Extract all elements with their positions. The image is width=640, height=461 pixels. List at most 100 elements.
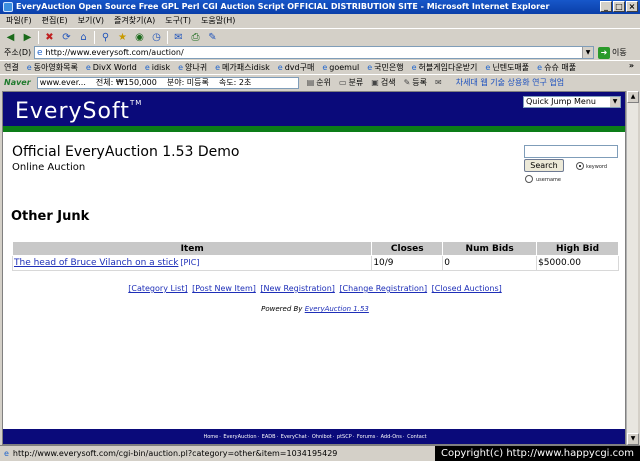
minimize-button[interactable]: _ [600, 1, 612, 12]
links-bar: 연결 e 동아영화목록 e DivX World e idisk e 양나귀 e 메가패스… [0, 60, 640, 74]
print-icon[interactable]: ⎙ [189, 31, 202, 44]
home-icon[interactable]: ⌂ [77, 31, 90, 44]
media-icon[interactable]: ◉ [133, 31, 146, 44]
link-label: 국민은행 [374, 63, 404, 72]
address-input[interactable]: e http://www.everysoft.com/auction/ ▼ [34, 46, 594, 59]
toolbar-separator [167, 30, 168, 44]
category-list-link[interactable]: [Category List] [128, 284, 187, 293]
link-label: dvd구매 [284, 63, 315, 72]
link-label: 양나귀 [185, 63, 208, 72]
forward-icon[interactable]: ▶ [21, 31, 34, 44]
history-icon[interactable]: ◷ [150, 31, 163, 44]
naver-logo[interactable]: Naver [4, 78, 31, 87]
footer-link[interactable]: Add-Ons [381, 434, 402, 440]
naver-search-button[interactable]: ▣ 검색 [371, 77, 395, 88]
menu-help[interactable]: 도움말(H) [201, 14, 235, 28]
menu-file[interactable]: 파일(F) [6, 14, 32, 28]
link-item[interactable]: e DivX World [86, 63, 137, 72]
link-item[interactable]: e 국민은행 [367, 62, 403, 73]
footer-link[interactable]: EADB [262, 434, 276, 440]
page-icon: e [322, 63, 328, 72]
naver-promo-link[interactable]: 차세대 웹 기술 상용화 연구 협업 [456, 77, 564, 88]
naver-button-label: 검색 [380, 78, 396, 87]
change-registration-link[interactable]: [Change Registration] [339, 284, 427, 293]
menu-favorites[interactable]: 즐겨찾기(A) [114, 14, 155, 28]
footer-link[interactable]: EveryAuction [223, 434, 256, 440]
copyright-banner: Copyright(c) http://www.happycgi.com [434, 446, 640, 461]
go-arrow-icon: ➜ [598, 46, 610, 59]
high-bid-cell: $5000.00 [536, 255, 619, 271]
refresh-icon[interactable]: ⟳ [60, 31, 73, 44]
footer-link[interactable]: Forums [357, 434, 375, 440]
menu-edit[interactable]: 편집(E) [42, 14, 68, 28]
search-button[interactable]: Search [524, 159, 564, 172]
pic-link[interactable]: [PIC] [180, 258, 199, 267]
keyword-radio[interactable] [576, 162, 584, 170]
table-row: The head of Bruce Vilanch on a stick [PIC… [11, 255, 619, 271]
link-item[interactable]: e 양나귀 [178, 62, 207, 73]
link-item[interactable]: e dvd구매 [278, 62, 315, 73]
stop-icon[interactable]: ✖ [43, 31, 56, 44]
footer-link[interactable]: Home [203, 434, 218, 440]
close-button[interactable]: × [626, 1, 638, 12]
num-bids-cell: 0 [442, 255, 538, 271]
link-item[interactable]: e goemul [322, 63, 359, 72]
link-label: goemul [329, 63, 360, 72]
logo-trademark: TM [129, 99, 143, 107]
link-item[interactable]: e 메가패스idisk [215, 62, 270, 73]
search-input[interactable] [524, 145, 618, 158]
favorites-icon[interactable]: ★ [116, 31, 129, 44]
naver-rank-button[interactable]: ▤ 순위 [307, 77, 331, 88]
item-link[interactable]: The head of Bruce Vilanch on a stick [14, 258, 178, 268]
register-icon: ✎ [403, 78, 411, 87]
link-item[interactable]: e idisk [145, 63, 170, 72]
everyauction-link[interactable]: EveryAuction 1.53 [305, 305, 369, 313]
closed-auctions-link[interactable]: [Closed Auctions] [432, 284, 502, 293]
go-button[interactable]: ➜ 이동 [598, 46, 627, 59]
footer-link[interactable]: Ohnibot [312, 434, 332, 440]
naver-mail-button[interactable]: ✉ [435, 78, 442, 87]
column-header-high-bid: High Bid [536, 241, 619, 256]
address-bar: 주소(D) e http://www.everysoft.com/auction… [0, 45, 640, 60]
everysoft-logo[interactable]: EverySoftTM [15, 99, 142, 124]
link-item[interactable]: e 허블게임다운받기 [412, 62, 478, 73]
new-registration-link[interactable]: [New Registration] [260, 284, 334, 293]
footer-link[interactable]: Contact [407, 434, 426, 440]
naver-button-label: 등록 [412, 78, 428, 87]
naver-field: 전체: ₩150,000 [95, 78, 157, 87]
maximize-button[interactable]: □ [613, 1, 625, 12]
naver-button-label: 순위 [316, 78, 331, 87]
toolbar-separator [38, 30, 39, 44]
keyword-radio-label: keyword [586, 164, 608, 170]
browser-toolbar: ◀ ▶ ✖ ⟳ ⌂ ⚲ ★ ◉ ◷ ✉ ⎙ ✎ [0, 28, 640, 45]
scroll-up-icon[interactable]: ▲ [627, 91, 639, 103]
chevron-down-icon[interactable]: ▼ [610, 97, 620, 107]
link-item[interactable]: e 동아영화목록 [27, 62, 78, 73]
back-icon[interactable]: ◀ [4, 31, 17, 44]
post-new-item-link[interactable]: [Post New Item] [192, 284, 256, 293]
mail-icon[interactable]: ✉ [172, 31, 185, 44]
footer-link[interactable]: ptSCP [337, 434, 352, 440]
quick-jump-value: Quick Jump Menu [526, 97, 596, 106]
menu-tools[interactable]: 도구(T) [165, 14, 191, 28]
quick-jump-select[interactable]: Quick Jump Menu ▼ [523, 96, 621, 108]
naver-toolbar: Naver www.ever... 전체: ₩150,000 분야: 미등록 속… [0, 74, 640, 90]
naver-category-button[interactable]: ▭ 분류 [339, 77, 363, 88]
folder-icon: ▭ [338, 78, 347, 87]
menu-view[interactable]: 보기(V) [78, 14, 104, 28]
link-item[interactable]: e 슈슈 매풀 [537, 62, 576, 73]
link-item[interactable]: e 닌텐도매풀 [485, 62, 529, 73]
footer-link[interactable]: EveryChat [281, 434, 307, 440]
username-radio[interactable] [525, 175, 533, 183]
naver-register-button[interactable]: ✎ 등록 [404, 77, 427, 88]
edit-icon[interactable]: ✎ [206, 31, 219, 44]
links-more-icon[interactable]: » [629, 61, 634, 70]
naver-search-input[interactable]: www.ever... 전체: ₩150,000 분야: 미등록 속도: 2초 [36, 76, 299, 89]
naver-field: 속도: 2초 [218, 78, 252, 87]
chevron-down-icon[interactable]: ▼ [582, 47, 593, 58]
links-label: 연결 [4, 63, 19, 72]
search-icon[interactable]: ⚲ [99, 31, 112, 44]
vertical-scrollbar[interactable]: ▲ ▼ [626, 91, 639, 445]
link-label: DivX World [92, 63, 137, 72]
scroll-down-icon[interactable]: ▼ [627, 433, 639, 445]
